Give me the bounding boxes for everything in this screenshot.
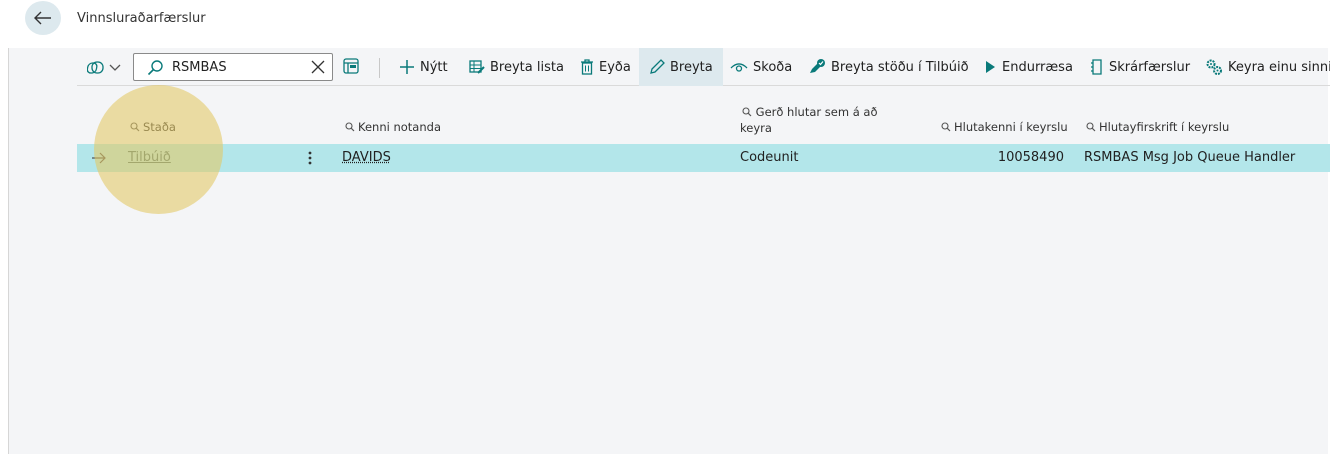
table-row[interactable]: Tilbúið DAVIDS Codeunit 10058490 RSMBAS …	[77, 144, 1330, 172]
run-once-label: Keyra einu sinni (	[1228, 60, 1330, 75]
search-icon	[1086, 122, 1096, 132]
object-caption-cell: RSMBAS Msg Job Queue Handler	[1084, 150, 1295, 165]
document-icon	[1090, 59, 1104, 75]
more-options-icon[interactable]	[308, 151, 312, 165]
view-label: Skoða	[753, 60, 792, 75]
arrow-left-icon	[34, 11, 52, 25]
search-input[interactable]	[172, 59, 302, 76]
layout-icon[interactable]	[343, 58, 359, 74]
column-header-object-type[interactable]: Gerð hlutar sem á að keyra	[740, 104, 900, 136]
log-entries-label: Skrárfærslur	[1109, 60, 1190, 75]
edit-list-label: Breyta lista	[490, 60, 564, 75]
column-header-object-caption[interactable]: Hlutayfirskrift í keyrslu	[1086, 120, 1229, 134]
column-header-label: Hlutakenni í keyrslu	[954, 120, 1068, 134]
view-button[interactable]: Skoða	[730, 48, 792, 86]
column-header-object-id[interactable]: Hlutakenni í keyrslu	[941, 120, 1068, 134]
arrow-right-icon	[91, 152, 107, 164]
edit-list-icon	[469, 59, 485, 75]
play-icon	[983, 60, 997, 74]
search-box[interactable]	[133, 53, 333, 81]
object-id-cell: 10058490	[998, 150, 1064, 165]
grid-header: Staða Kenni notanda Gerð hlutar sem á að…	[77, 86, 1330, 142]
gears-icon	[1205, 58, 1223, 76]
object-type-cell: Codeunit	[740, 150, 798, 165]
filter-views-icon	[87, 60, 107, 76]
column-header-label: Kenni notanda	[358, 120, 441, 134]
toolbar-separator	[379, 58, 380, 78]
pencil-icon	[649, 59, 665, 75]
restart-label: Endurræsa	[1002, 60, 1073, 75]
left-rail	[0, 48, 9, 454]
search-icon	[742, 107, 752, 117]
page-title: Vinnsluraðarfærslur	[77, 11, 206, 26]
search-icon	[147, 60, 163, 76]
status-cell[interactable]: Tilbúið	[128, 150, 171, 165]
delete-button[interactable]: Eyða	[580, 48, 631, 86]
top-bar: Vinnsluraðarfærslur	[0, 0, 1330, 48]
set-ready-button[interactable]: Breyta stöðu í Tilbúið	[808, 48, 969, 86]
log-entries-button[interactable]: Skrárfærslur	[1090, 48, 1190, 86]
status-change-icon	[808, 58, 826, 76]
column-header-user-id[interactable]: Kenni notanda	[345, 120, 441, 134]
edit-label: Breyta	[670, 60, 713, 75]
new-button[interactable]: Nýtt	[399, 48, 448, 86]
restart-button[interactable]: Endurræsa	[983, 48, 1073, 86]
search-icon	[345, 122, 355, 132]
action-toolbar: Nýtt Breyta lista Eyða Breyta Skoða	[77, 48, 1330, 86]
trash-icon	[580, 59, 594, 75]
search-icon	[130, 122, 140, 132]
set-ready-label: Breyta stöðu í Tilbúið	[831, 60, 969, 75]
edit-list-button[interactable]: Breyta lista	[469, 48, 564, 86]
user-id-cell[interactable]: DAVIDS	[342, 150, 391, 165]
back-button[interactable]	[25, 1, 61, 35]
column-header-label: Hlutayfirskrift í keyrslu	[1099, 120, 1229, 134]
new-label: Nýtt	[420, 60, 448, 75]
edit-button[interactable]: Breyta	[639, 48, 723, 86]
chevron-down-icon	[109, 64, 121, 72]
clear-search-icon[interactable]	[311, 60, 325, 74]
run-once-button[interactable]: Keyra einu sinni (	[1205, 48, 1330, 86]
column-header-label: Gerð hlutar sem á að keyra	[740, 105, 877, 135]
view-switch-button[interactable]	[87, 57, 121, 79]
eye-icon	[730, 61, 748, 73]
plus-icon	[399, 59, 415, 75]
delete-label: Eyða	[599, 60, 631, 75]
column-header-status[interactable]: Staða	[130, 120, 176, 134]
search-icon	[941, 122, 951, 132]
column-header-label: Staða	[143, 120, 176, 134]
